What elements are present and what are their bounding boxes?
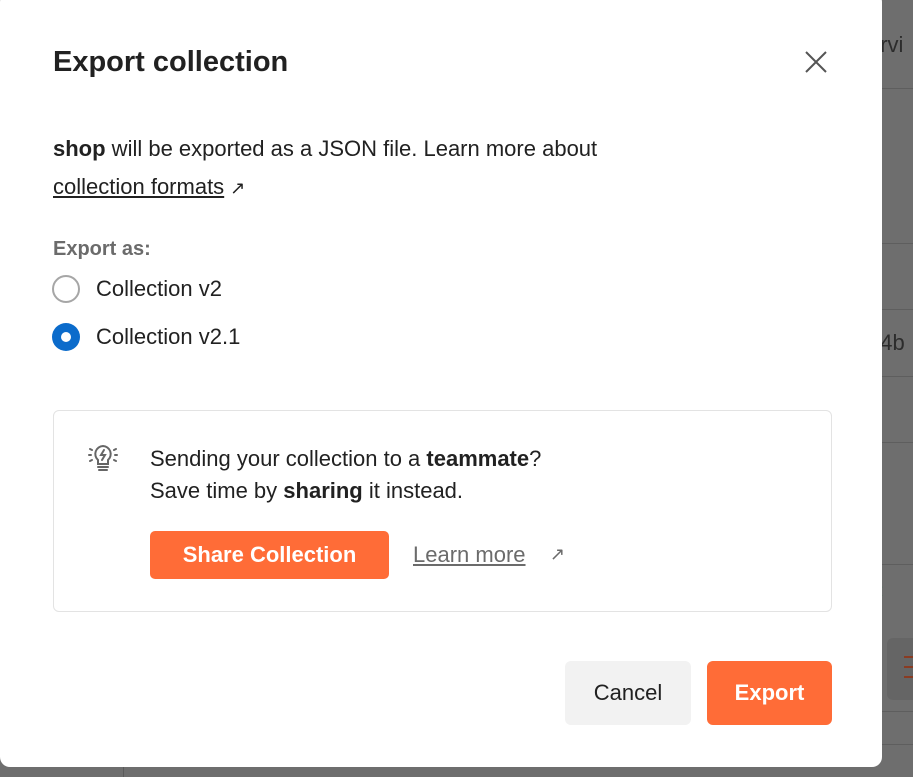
cancel-button[interactable]: Cancel bbox=[565, 661, 691, 725]
learn-more-link[interactable]: Learn more bbox=[413, 542, 526, 568]
export-as-label: Export as: bbox=[53, 238, 151, 260]
close-icon bbox=[805, 51, 827, 73]
tip-text: Save time by bbox=[150, 478, 284, 503]
radio-button[interactable] bbox=[52, 275, 80, 303]
export-button[interactable]: Export bbox=[707, 661, 832, 725]
external-link-icon: ↗ bbox=[230, 178, 246, 198]
divider bbox=[880, 88, 913, 89]
description-text: will be exported as a JSON file. Learn m… bbox=[105, 136, 598, 161]
share-tip-box: Sending your collection to a teammate? S… bbox=[53, 410, 832, 612]
tip-bold: sharing bbox=[283, 478, 363, 503]
share-tip-text: Sending your collection to a teammate? S… bbox=[150, 443, 541, 507]
radio-collection-v2-1[interactable]: Collection v2.1 bbox=[52, 323, 240, 351]
tip-text: it instead. bbox=[362, 478, 464, 503]
tip-text: ? bbox=[529, 446, 542, 471]
divider bbox=[880, 711, 913, 712]
tip-text: Sending your collection to a bbox=[150, 446, 427, 471]
divider bbox=[880, 744, 913, 745]
background-menu-button bbox=[887, 638, 913, 700]
collection-name: shop bbox=[53, 136, 106, 161]
share-collection-button[interactable]: Share Collection bbox=[150, 531, 389, 579]
divider bbox=[880, 309, 913, 310]
dialog-title: Export collection bbox=[53, 46, 289, 78]
radio-button-selected[interactable] bbox=[52, 323, 80, 351]
radio-collection-v2[interactable]: Collection v2 bbox=[52, 275, 222, 303]
divider bbox=[880, 442, 913, 443]
close-button[interactable] bbox=[801, 47, 831, 77]
radio-label: Collection v2 bbox=[96, 276, 222, 301]
export-collection-dialog: Export collection shop will be exported … bbox=[0, 0, 882, 767]
radio-label: Collection v2.1 bbox=[96, 324, 241, 349]
external-link-icon: ↗ bbox=[550, 544, 566, 564]
collection-formats-link[interactable]: collection formats bbox=[53, 174, 224, 199]
divider bbox=[880, 564, 913, 565]
divider bbox=[880, 376, 913, 377]
divider bbox=[123, 767, 124, 777]
divider bbox=[880, 243, 913, 244]
lightbulb-icon bbox=[88, 444, 118, 471]
tip-bold: teammate bbox=[426, 446, 530, 471]
hamburger-icon bbox=[904, 656, 913, 678]
dialog-description: shop will be exported as a JSON file. Le… bbox=[53, 130, 753, 207]
